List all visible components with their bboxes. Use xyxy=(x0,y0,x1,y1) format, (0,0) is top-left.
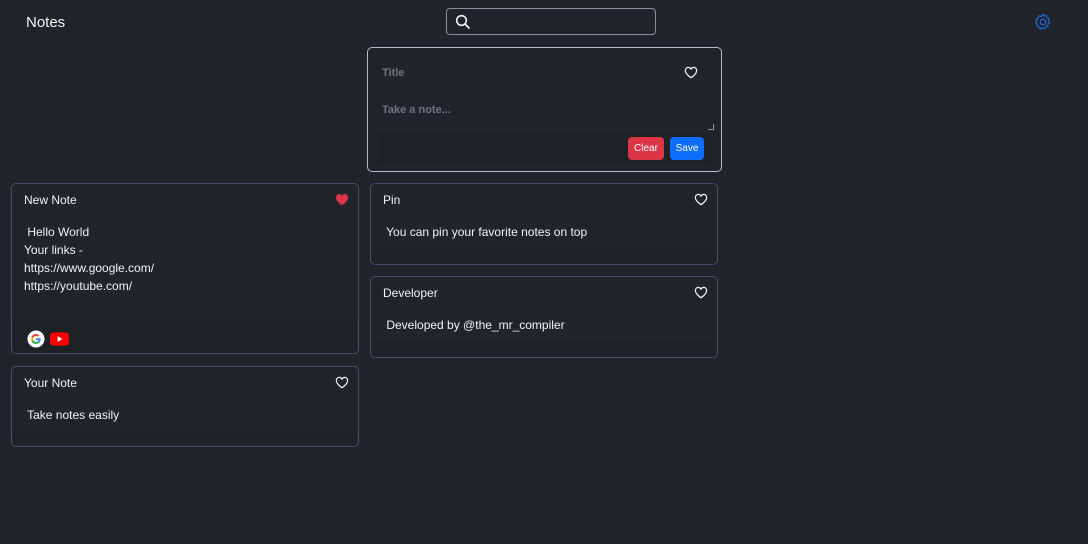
save-button[interactable]: Save xyxy=(670,137,704,160)
resize-handle[interactable] xyxy=(708,124,714,130)
note-footer xyxy=(372,249,716,263)
heart-outline-icon[interactable] xyxy=(694,193,708,206)
heart-outline-icon[interactable] xyxy=(335,376,349,389)
note-body: Hello World Your links - https://www.goo… xyxy=(24,225,155,293)
heart-outline-icon[interactable] xyxy=(694,286,708,299)
title-input[interactable] xyxy=(382,62,672,84)
note-card[interactable]: Your Note Take notes easily xyxy=(11,366,359,447)
note-card[interactable]: Pin You can pin your favorite notes on t… xyxy=(370,183,718,265)
note-body: You can pin your favorite notes on top xyxy=(383,225,588,239)
note-title: New Note xyxy=(24,193,77,207)
search-bar[interactable] xyxy=(446,8,656,35)
note-title: Developer xyxy=(383,286,438,300)
heart-outline-icon[interactable] xyxy=(684,66,698,79)
note-title: Pin xyxy=(383,193,401,207)
app-title: Notes xyxy=(26,14,66,31)
note-textarea[interactable] xyxy=(382,104,716,131)
youtube-icon[interactable] xyxy=(50,332,69,346)
note-footer xyxy=(372,342,716,356)
note-card[interactable]: Developer Developed by @the_mr_compiler xyxy=(370,276,718,358)
note-title: Your Note xyxy=(24,376,77,390)
note-body: Take notes easily xyxy=(24,408,120,422)
note-composer: Clear Save xyxy=(367,47,722,172)
note-footer xyxy=(13,431,357,445)
search-icon xyxy=(455,14,470,29)
search-input[interactable] xyxy=(475,11,651,32)
heart-filled-icon[interactable] xyxy=(335,193,349,206)
note-body: Developed by @the_mr_compiler xyxy=(383,318,565,332)
note-card[interactable]: New Note Hello World Your links - https:… xyxy=(11,183,359,354)
clear-button[interactable]: Clear xyxy=(628,137,664,160)
google-icon[interactable] xyxy=(27,330,45,348)
gear-icon[interactable] xyxy=(1033,12,1053,32)
